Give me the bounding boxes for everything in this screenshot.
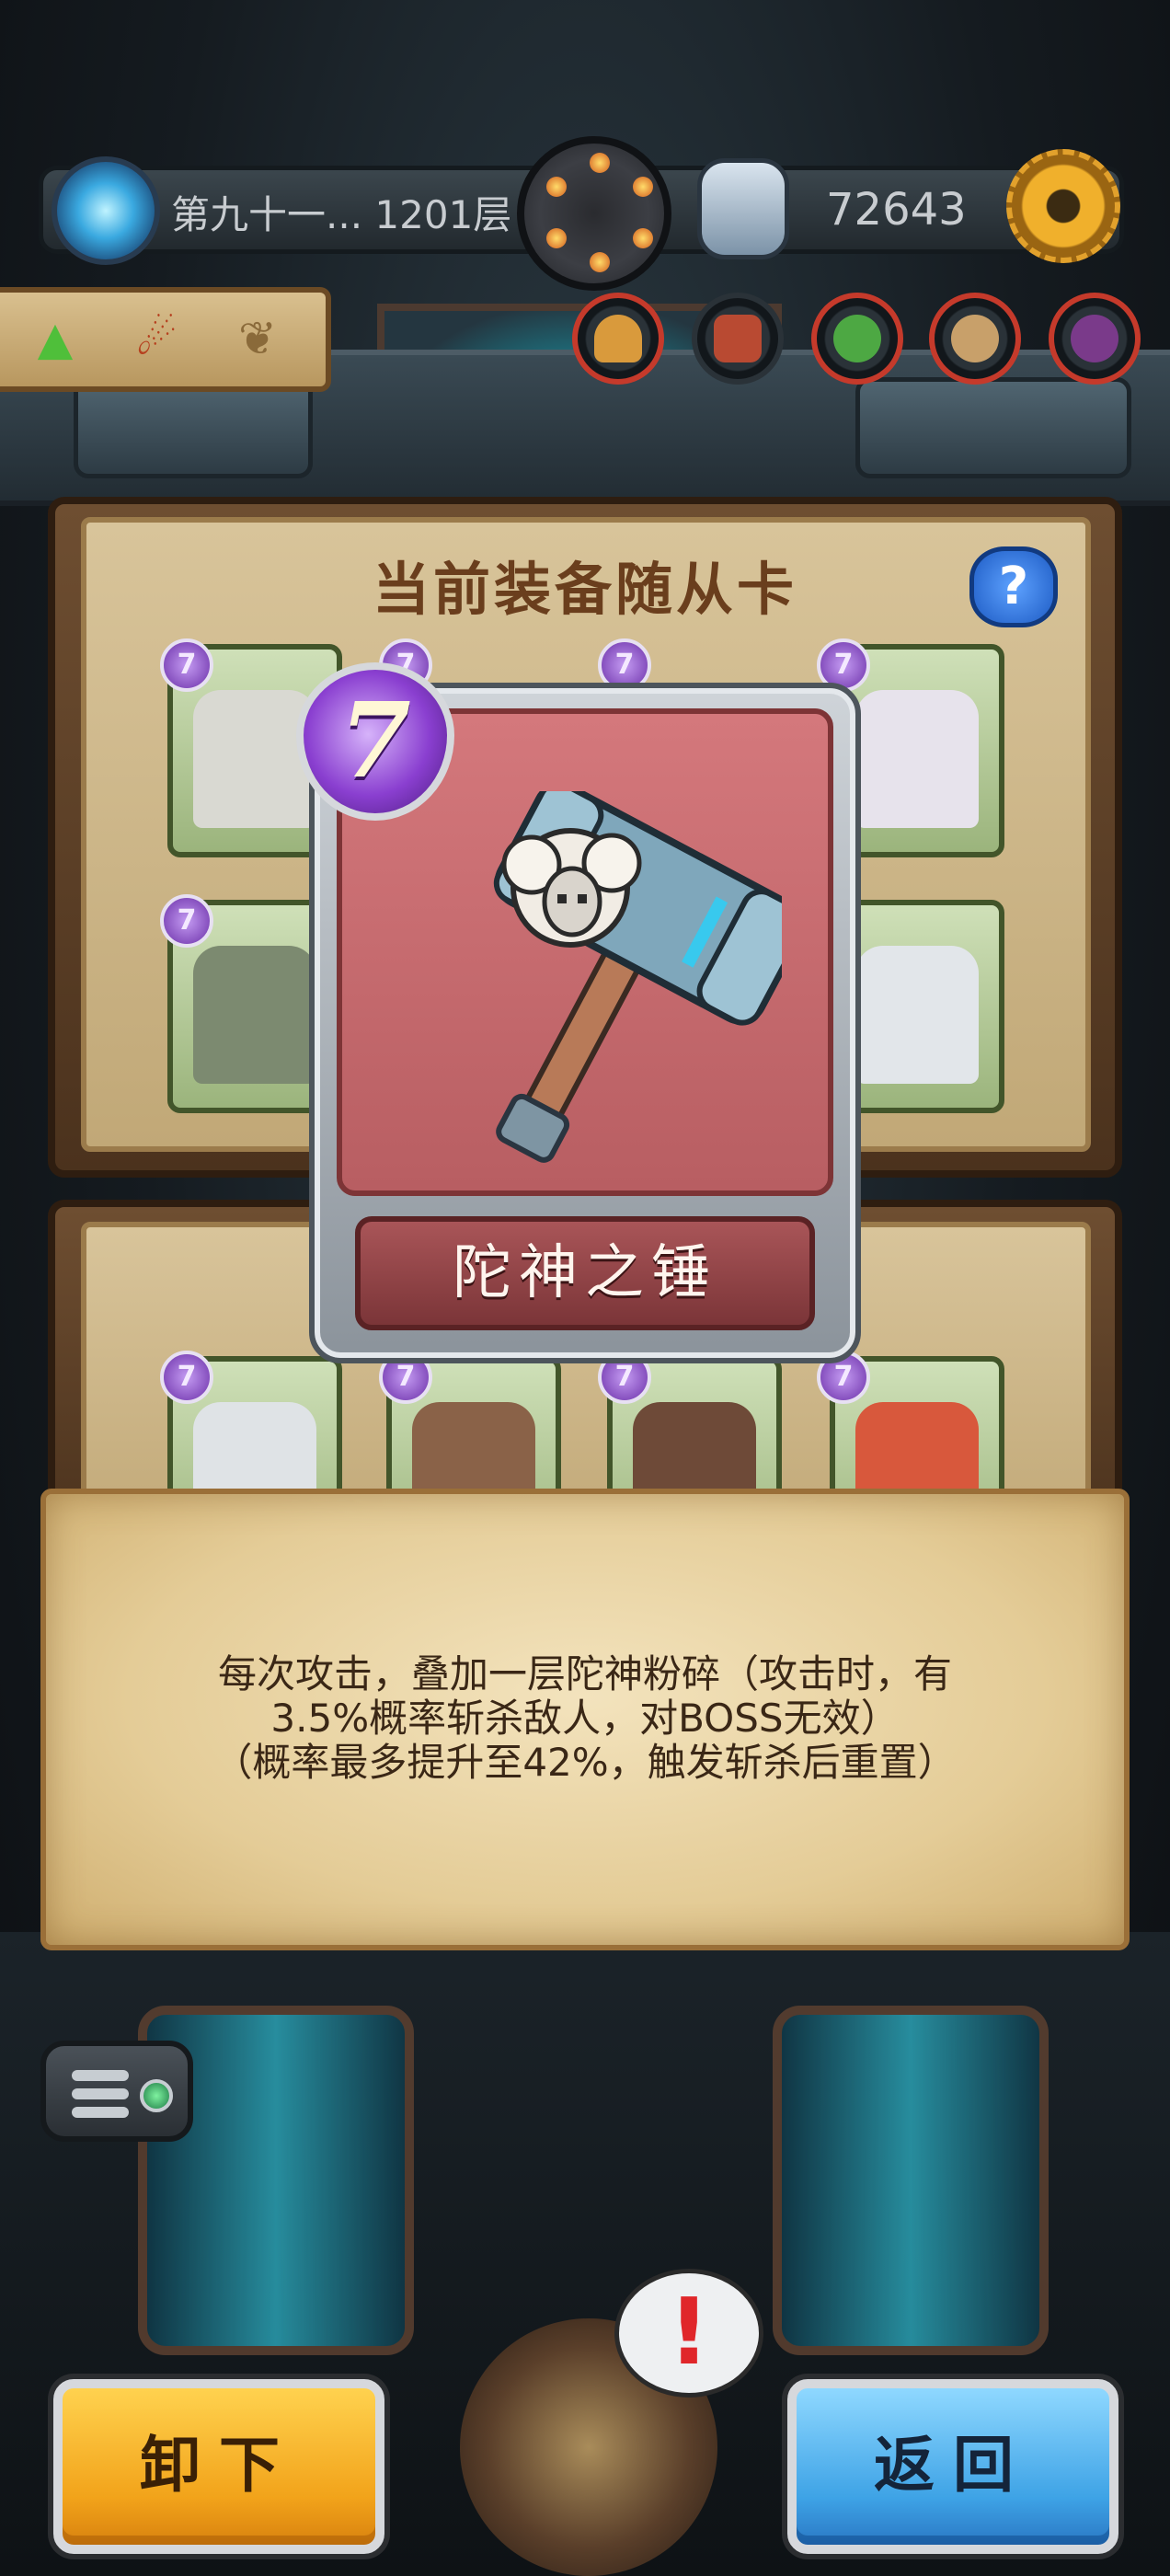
pipe-decoration	[855, 377, 1131, 478]
card-description: 每次攻击，叠加一层陀神粉碎（攻击时，有 3.5%概率斩杀敌人，对BOSS无效） …	[110, 1652, 1060, 1785]
alert-exclamation-icon: !	[668, 2278, 710, 2386]
wolf-mask-icon	[697, 158, 789, 259]
dragon-icon[interactable]: ☄	[118, 300, 195, 377]
help-button[interactable]: ?	[969, 546, 1058, 627]
up-arrow-icon[interactable]: ▲	[17, 300, 94, 377]
brick-icon[interactable]	[692, 293, 784, 385]
goblin-icon[interactable]	[811, 293, 903, 385]
unequip-button[interactable]: 卸下	[53, 2379, 384, 2554]
description-line: 3.5%概率斩杀敌人，对BOSS无效）	[270, 1696, 900, 1741]
card-name: 陀神之锤	[453, 1239, 717, 1307]
portal-icon[interactable]	[52, 156, 160, 265]
card-level-badge: 7	[160, 894, 213, 948]
floor-label: 第九十一... 1201层	[171, 192, 512, 237]
card-level-number: 7	[339, 681, 411, 801]
card-level-badge: 7	[160, 638, 213, 692]
currency-value: 72643	[826, 184, 967, 236]
description-line: 每次攻击，叠加一层陀神粉碎（攻击时，有	[217, 1651, 952, 1696]
sheep-hammer-icon	[493, 791, 782, 1163]
card-level-badge: 7	[160, 1351, 213, 1404]
hut-art	[855, 946, 979, 1084]
settings-gear-icon[interactable]	[1006, 149, 1120, 263]
dna-tank-right	[773, 2006, 1049, 2355]
back-button[interactable]: 返回	[787, 2379, 1118, 2554]
demon-icon[interactable]	[1049, 293, 1141, 385]
revolver-wheel-icon[interactable]	[517, 136, 671, 291]
pipe-decoration	[74, 377, 313, 478]
tortoise-art	[193, 946, 316, 1084]
console-menu-button[interactable]	[40, 2041, 193, 2142]
description-line: （概率最多提升至42%，触发斩杀后重置）	[213, 1740, 957, 1785]
wings-icon[interactable]: ❦	[219, 300, 296, 377]
beast-icon[interactable]	[929, 293, 1021, 385]
burger-icon[interactable]	[572, 293, 664, 385]
girl-figure-art	[855, 690, 979, 828]
